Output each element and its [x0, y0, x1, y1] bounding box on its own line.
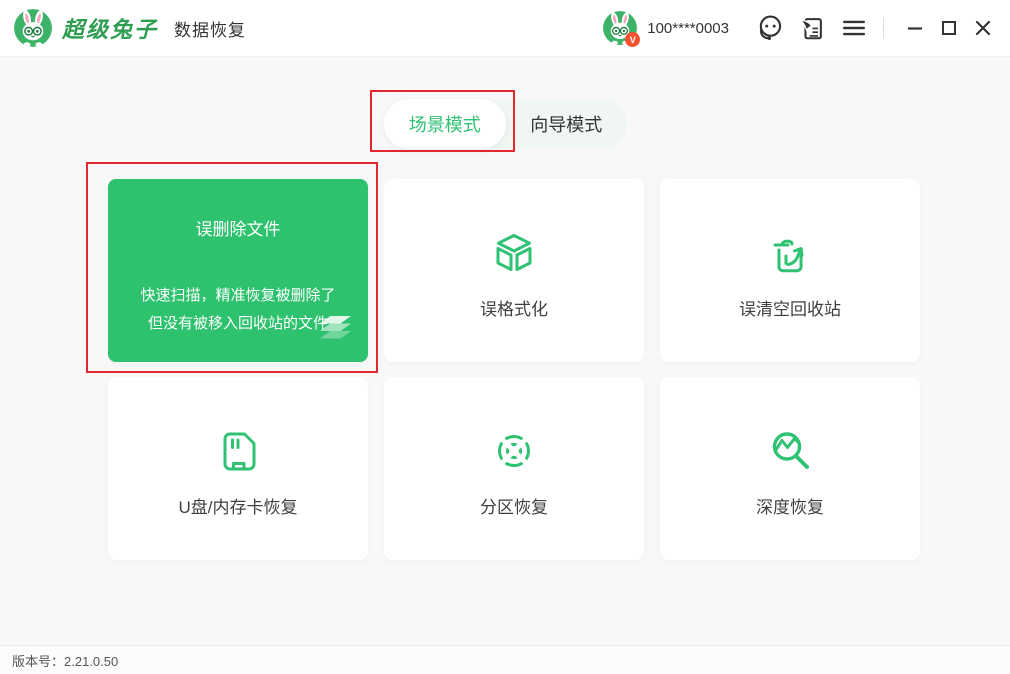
- titlebar-separator: [883, 18, 884, 38]
- product-name: 数据恢复: [174, 20, 247, 40]
- card-formatted[interactable]: 误格式化: [384, 179, 644, 362]
- hamburger-menu-icon[interactable]: [839, 13, 869, 43]
- card-usb-memory[interactable]: U盘/内存卡恢复: [108, 377, 368, 560]
- minimize-icon[interactable]: [902, 15, 928, 41]
- card-partition[interactable]: 分区恢复: [384, 377, 644, 560]
- feedback-note-icon[interactable]: [797, 13, 827, 43]
- layers-icon: [316, 315, 354, 350]
- card-label: 误格式化: [480, 300, 548, 319]
- close-icon[interactable]: [970, 15, 996, 41]
- card-description-line1: 快速扫描，精准恢复被删除了: [140, 287, 336, 304]
- main-area: 场景模式 向导模式 误删除文件 快速扫描，精准恢复被删除了 但没有被移入回收站的…: [0, 57, 1010, 645]
- version-label: 版本号：2.21.0.50: [12, 653, 119, 669]
- avatar[interactable]: V: [603, 11, 641, 47]
- card-deleted-files[interactable]: 误删除文件 快速扫描，精准恢复被删除了 但没有被移入回收站的文件: [108, 179, 368, 362]
- account-id: 100****0003: [647, 19, 729, 37]
- tab-wizard-mode[interactable]: 向导模式: [506, 99, 628, 149]
- brand-name: 超级兔子: [62, 17, 159, 42]
- card-label: 深度恢复: [756, 498, 824, 517]
- vip-badge: V: [625, 32, 641, 47]
- card-deep-recovery[interactable]: 深度恢复: [660, 377, 920, 560]
- card-recycle-bin[interactable]: 误清空回收站: [660, 179, 920, 362]
- trash-restore-icon: [766, 229, 814, 277]
- partition-ring-icon: [490, 427, 538, 475]
- card-label: 误清空回收站: [739, 300, 841, 319]
- titlebar: 超级兔子 数据恢复 V 100****0003: [0, 0, 1010, 57]
- maximize-icon[interactable]: [936, 15, 962, 41]
- card-title: 误删除文件: [195, 220, 281, 239]
- magnifier-chart-icon: [766, 427, 814, 475]
- cube-icon: [490, 229, 538, 277]
- rabbit-logo-icon: [14, 9, 52, 47]
- card-label: U盘/内存卡恢复: [178, 498, 298, 517]
- sd-card-icon: [214, 427, 262, 475]
- headset-icon[interactable]: [755, 13, 785, 43]
- mode-tab-group: 场景模式 向导模式: [384, 99, 627, 149]
- statusbar: 版本号：2.21.0.50: [0, 645, 1010, 674]
- brand: 超级兔子 数据恢复: [14, 9, 246, 47]
- card-label: 分区恢复: [480, 498, 548, 517]
- tab-scene-mode[interactable]: 场景模式: [384, 99, 506, 149]
